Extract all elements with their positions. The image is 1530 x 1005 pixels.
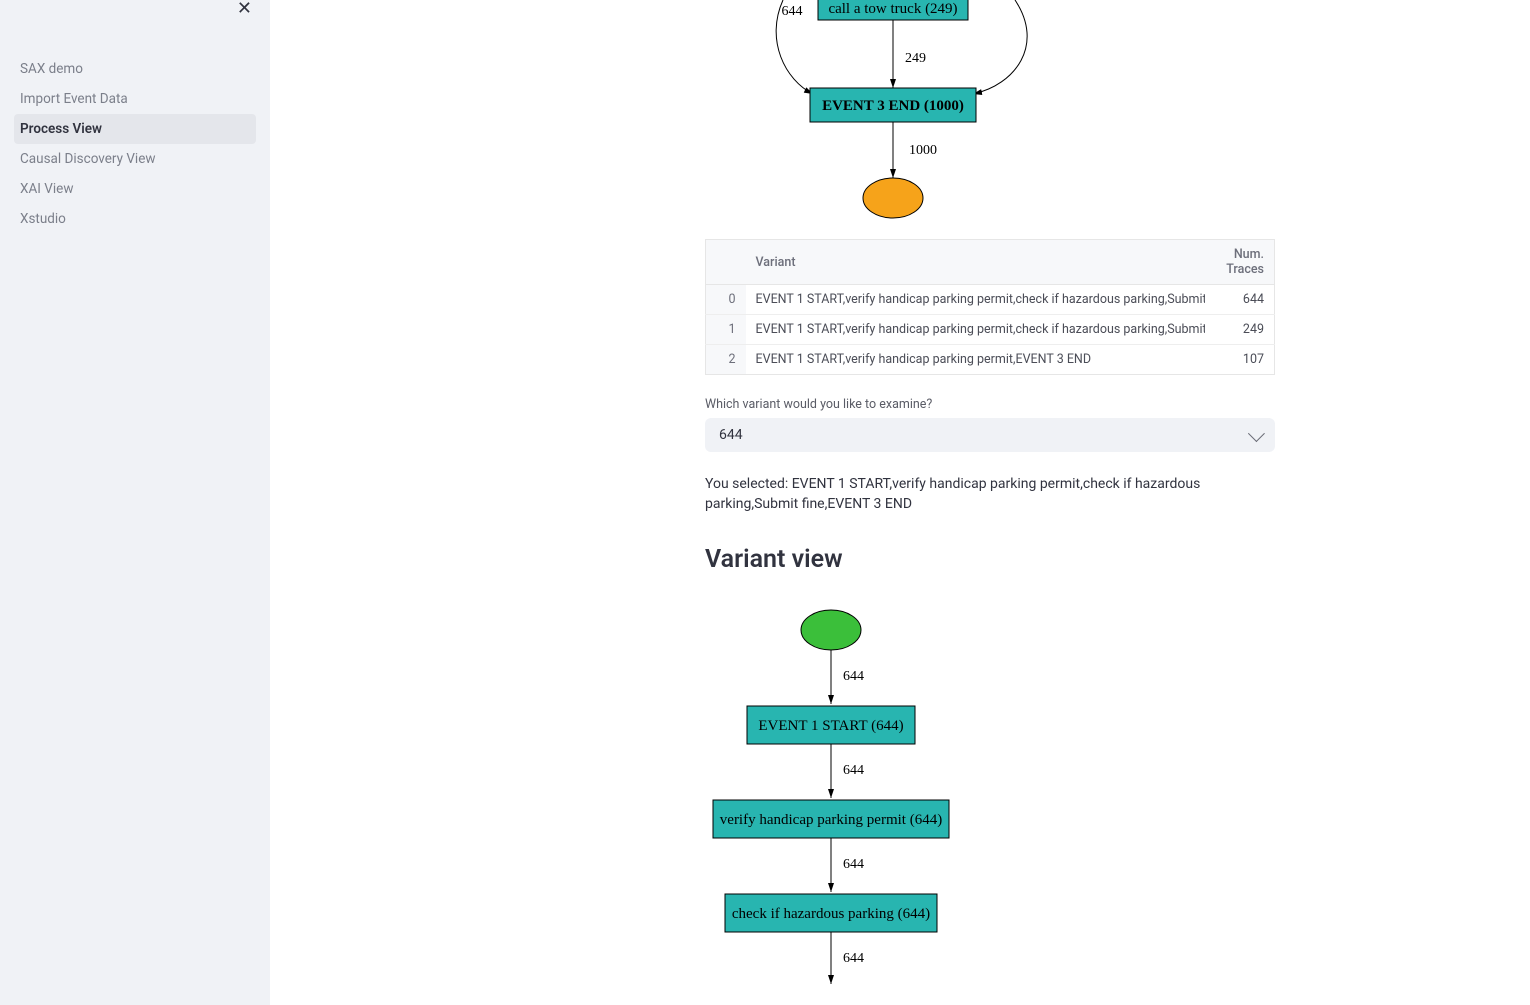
variant-edge-2: 644 xyxy=(843,763,864,778)
diagram-node-end: EVENT 3 END (1000) xyxy=(822,98,964,114)
variant-node-3: check if hazardous parking (644) xyxy=(732,906,930,922)
variant-edge-4: 644 xyxy=(843,951,864,966)
variant-select-label: Which variant would you like to examine? xyxy=(705,397,1275,412)
variant-edge-3: 644 xyxy=(843,857,864,872)
sidebar-item-sax-demo[interactable]: SAX demo xyxy=(14,54,256,84)
sidebar-item-xstudio[interactable]: Xstudio xyxy=(14,204,256,234)
diagram-edge-left-label: 644 xyxy=(782,4,803,19)
variant-node-1: EVENT 1 START (644) xyxy=(758,718,903,734)
table-cell-index: 0 xyxy=(706,285,746,315)
table-header-variant: Variant xyxy=(746,240,1205,285)
table-cell-variant: EVENT 1 START,verify handicap parking pe… xyxy=(746,285,1205,315)
sidebar-item-xai-view[interactable]: XAI View xyxy=(14,174,256,204)
table-row[interactable]: 1 EVENT 1 START,verify handicap parking … xyxy=(706,315,1275,345)
main-content: call a tow truck (249) 644 249 EVENT 3 E… xyxy=(270,0,1530,1005)
sidebar-item-import-event-data[interactable]: Import Event Data xyxy=(14,84,256,114)
table-cell-index: 1 xyxy=(706,315,746,345)
table-cell-index: 2 xyxy=(706,345,746,375)
table-row[interactable]: 0 EVENT 1 START,verify handicap parking … xyxy=(706,285,1275,315)
variant-view-heading: Variant view xyxy=(705,545,1275,574)
selection-text: You selected: EVENT 1 START,verify handi… xyxy=(705,474,1275,515)
variant-diagram: 644 EVENT 1 START (644) 644 verify handi… xyxy=(705,586,1275,990)
close-icon[interactable]: ✕ xyxy=(237,0,252,18)
variant-node-2: verify handicap parking permit (644) xyxy=(720,812,942,828)
table-cell-traces: 107 xyxy=(1205,345,1275,375)
sidebar-item-causal-discovery-view[interactable]: Causal Discovery View xyxy=(14,144,256,174)
variant-edge-1: 644 xyxy=(843,669,864,684)
table-cell-traces: 249 xyxy=(1205,315,1275,345)
diagram-sink-node xyxy=(863,178,923,218)
table-cell-variant: EVENT 1 START,verify handicap parking pe… xyxy=(746,345,1205,375)
variants-table: Variant Num. Traces 0 EVENT 1 START,veri… xyxy=(705,239,1275,375)
diagram-node-call-tow: call a tow truck (249) xyxy=(828,1,957,17)
table-header-index xyxy=(706,240,746,285)
process-diagram: call a tow truck (249) 644 249 EVENT 3 E… xyxy=(705,0,1275,229)
sidebar: ✕ SAX demo Import Event Data Process Vie… xyxy=(0,0,270,1005)
diagram-edge-end-label: 1000 xyxy=(909,143,937,158)
variant-select[interactable]: 644 xyxy=(705,418,1275,452)
variant-source-node xyxy=(801,610,861,650)
sidebar-nav: SAX demo Import Event Data Process View … xyxy=(0,50,270,238)
variant-select-value: 644 xyxy=(719,427,743,443)
table-header-num-traces: Num. Traces xyxy=(1205,240,1275,285)
table-cell-variant: EVENT 1 START,verify handicap parking pe… xyxy=(746,315,1205,345)
chevron-down-icon xyxy=(1248,425,1265,442)
sidebar-item-process-view[interactable]: Process View xyxy=(14,114,256,144)
table-row[interactable]: 2 EVENT 1 START,verify handicap parking … xyxy=(706,345,1275,375)
table-cell-traces: 644 xyxy=(1205,285,1275,315)
diagram-edge-mid-label: 249 xyxy=(905,51,926,66)
